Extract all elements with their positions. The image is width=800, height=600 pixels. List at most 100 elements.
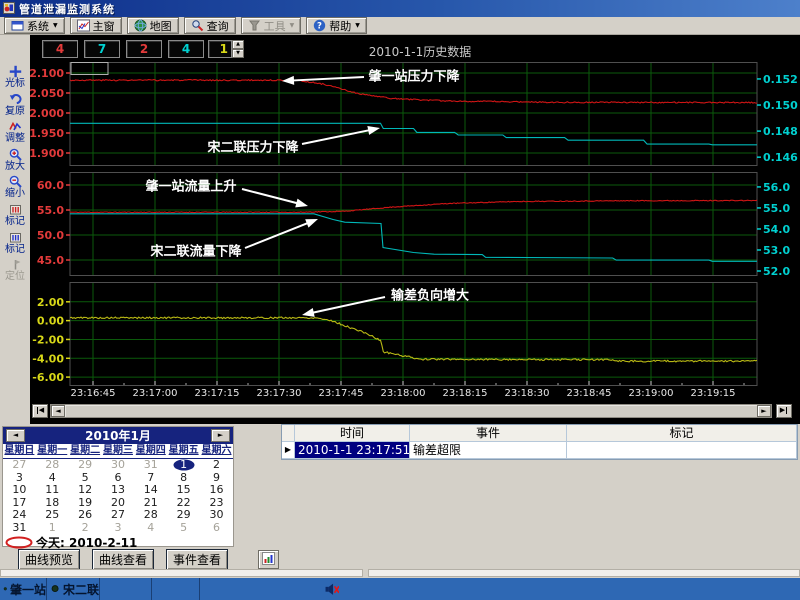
y-axis-label: 1.900 — [30, 147, 64, 160]
calendar-day-cell[interactable]: 31 — [3, 522, 36, 535]
spinner-down-button[interactable]: ▼ — [232, 49, 244, 58]
calendar-day-cell[interactable]: 12 — [69, 484, 102, 497]
calendar-day-cell[interactable]: 3 — [102, 522, 135, 535]
scroll-last-button[interactable]: ▶ — [776, 404, 792, 418]
calendar-next-button[interactable]: ► — [211, 429, 230, 442]
y-axis-label: 0.148 — [763, 125, 798, 138]
sidebar-tool-mark-blue[interactable]: 标记 — [0, 231, 30, 255]
x-axis-tick-label: 23:17:30 — [250, 388, 308, 399]
cell-time: 2010-1-1 23:17:51 — [295, 442, 410, 459]
calendar-day-cell[interactable]: 13 — [102, 484, 135, 497]
scroll-left-arrow[interactable]: ◄ — [51, 405, 65, 417]
calendar-day-cell[interactable]: 4 — [134, 522, 167, 535]
y-axis-label: 2.050 — [30, 87, 64, 100]
curve-count-box-1[interactable]: 4 — [42, 40, 78, 58]
panel-bottom-strip-left — [0, 569, 363, 577]
calendar-day-cell[interactable]: 15 — [167, 484, 200, 497]
calendar-day-cell[interactable]: 2 — [200, 459, 233, 472]
crosshair-icon — [9, 65, 22, 78]
sidebar-tool-mark-red[interactable]: 标记 — [0, 203, 30, 227]
y-axis-label: 52.0 — [763, 265, 790, 278]
panel-bottom-strip-right — [368, 569, 800, 577]
series-zhaoyi-flow — [70, 200, 757, 212]
y-axis-label: -2.00 — [32, 333, 64, 346]
annotation-text: 宋二联压力下降 — [206, 140, 299, 156]
annotation: 肇一站流量上升 — [144, 179, 308, 208]
events-table[interactable]: 时间事件标记▶2010-1-1 23:17:51输差超限 — [281, 424, 798, 460]
calendar-day-cell[interactable]: 11 — [36, 484, 69, 497]
svg-text:?: ? — [317, 22, 322, 32]
export-button[interactable] — [258, 550, 279, 569]
x-axis-tick-label: 23:18:15 — [436, 388, 494, 399]
annotation-text: 输差负向增大 — [391, 288, 469, 304]
x-axis-tick-label: 23:18:00 — [374, 388, 432, 399]
y-axis-label: 54.0 — [763, 223, 790, 236]
calendar-day-cell[interactable]: 27 — [3, 459, 36, 472]
toolbar-button-help[interactable]: ?帮助▼ — [306, 17, 367, 34]
calendar-day-cell[interactable]: 10 — [3, 484, 36, 497]
sidebar-tool-adjust[interactable]: 调整 — [0, 120, 30, 144]
curve-count-box-4[interactable]: 4 — [168, 40, 204, 58]
calendar-day-cell[interactable]: 28 — [36, 459, 69, 472]
calendar-day-cell[interactable]: 16 — [200, 484, 233, 497]
charts-canvas[interactable]: 2.1002.0502.0001.9501.9000.1520.1500.148… — [30, 35, 800, 387]
table-header-indicator — [282, 425, 295, 442]
sidebar-tool-zoom-out[interactable]: 缩小 — [0, 175, 30, 199]
column-header-time[interactable]: 时间 — [295, 425, 410, 442]
chart-diff: 2.000.00-2.00-4.00-6.00输差负向增大 — [32, 282, 757, 386]
calendar-day-cell[interactable]: 29 — [69, 459, 102, 472]
calendar-header: ◄ 2010年1月 ► — [3, 427, 233, 444]
scroll-right-arrow[interactable]: ► — [757, 405, 771, 417]
calendar[interactable]: ◄ 2010年1月 ► 星期日星期一星期二星期三星期四星期五星期六 272829… — [2, 426, 234, 547]
y-axis-label: 45.0 — [37, 254, 64, 267]
sidebar-tool-zoom-in[interactable]: 放大 — [0, 148, 30, 172]
calendar-prev-button[interactable]: ◄ — [6, 429, 25, 442]
column-header-event[interactable]: 事件 — [410, 425, 567, 442]
spinner-up-button[interactable]: ▲ — [232, 40, 244, 49]
calendar-day-selected[interactable]: 1 — [167, 459, 200, 472]
station-dot-icon — [3, 583, 8, 595]
chevron-down-icon: ▼ — [355, 23, 360, 29]
toolbar-button-tools: 工具▼ — [241, 17, 302, 34]
adjust-icon — [9, 120, 22, 133]
calendar-day-cell[interactable]: 5 — [167, 522, 200, 535]
y-axis-label: 60.0 — [37, 179, 64, 192]
calendar-day-cell[interactable]: 2 — [69, 522, 102, 535]
calendar-day-cell[interactable]: 6 — [200, 522, 233, 535]
toolbar-button-map[interactable]: 地图 — [127, 17, 179, 34]
app-icon — [3, 0, 15, 18]
calendar-day-cell[interactable]: 30 — [102, 459, 135, 472]
event-view-button[interactable]: 事件查看 — [166, 549, 228, 570]
toolbar: 系统▼ 主窗地图查询工具▼?帮助▼ — [0, 17, 800, 35]
curve-spinner-value[interactable]: 1 — [208, 40, 232, 58]
scrollbar-track[interactable] — [65, 405, 757, 417]
y-axis-label: 0.00 — [37, 315, 64, 328]
y-axis-label: 2.00 — [37, 296, 64, 309]
calendar-day-cell[interactable]: 31 — [134, 459, 167, 472]
toolbar-button-system[interactable]: 系统▼ — [4, 17, 65, 34]
sidebar-tool-undo[interactable]: 复原 — [0, 93, 30, 117]
y-axis-label: -4.00 — [32, 352, 64, 365]
today-circle-icon — [5, 536, 33, 549]
mark-blue-icon — [9, 231, 22, 244]
curve-view-button[interactable]: 曲线查看 — [92, 549, 154, 570]
table-row[interactable]: ▶2010-1-1 23:17:51输差超限 — [282, 442, 797, 459]
chart-scrollbar[interactable]: ◄ ► — [50, 404, 772, 418]
cell-mark — [567, 442, 797, 459]
column-header-mark[interactable]: 标记 — [567, 425, 797, 442]
toolbar-button-main-window[interactable]: 主窗 — [70, 17, 122, 34]
calendar-day-cell[interactable]: 14 — [134, 484, 167, 497]
sidebar-tool-crosshair[interactable]: 光标 — [0, 65, 30, 89]
curve-count-box-3[interactable]: 2 — [126, 40, 162, 58]
tools-icon — [248, 19, 261, 32]
chart-panel[interactable]: 2.1002.0502.0001.9501.9000.1520.1500.148… — [30, 35, 800, 424]
undo-icon — [9, 93, 22, 106]
curve-preview-button[interactable]: 曲线预览 — [18, 549, 80, 570]
scroll-first-button[interactable]: ◀ — [32, 404, 48, 418]
status-panel-empty — [100, 578, 152, 600]
calendar-day-cell[interactable]: 1 — [36, 522, 69, 535]
app-window: 管道泄漏监测系统 系统▼主窗地图查询工具▼?帮助▼ 光标复原调整放大缩小标记标记… — [0, 0, 800, 600]
toolbar-button-query[interactable]: 查询 — [184, 17, 236, 34]
x-axis-tick-label: 23:17:15 — [188, 388, 246, 399]
curve-count-box-2[interactable]: 7 — [84, 40, 120, 58]
